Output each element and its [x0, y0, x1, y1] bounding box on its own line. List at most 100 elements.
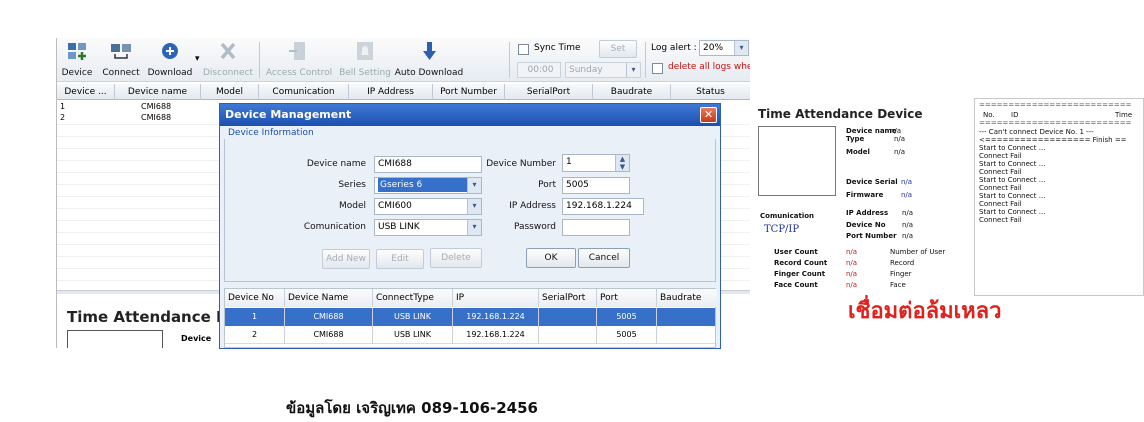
delete-button[interactable]: Delete	[430, 248, 482, 268]
spinner-icon[interactable]: ▲ ▼	[615, 155, 629, 171]
face-count-label: Face Count	[774, 281, 818, 289]
device-table: Device No Device Name ConnectType IP Ser…	[224, 288, 717, 348]
ip-address-label: IP Address	[509, 201, 556, 211]
log-alert-select[interactable]: 20% ▾	[699, 40, 749, 56]
log-box[interactable]: ========================== No. ID Time =…	[974, 98, 1144, 296]
comunication-value: USB LINK	[378, 222, 420, 232]
edit-button[interactable]: Edit	[376, 249, 424, 269]
column-header[interactable]: Port Number	[433, 84, 505, 100]
day-select[interactable]: Sunday ▾	[565, 62, 641, 78]
close-icon[interactable]: ✕	[700, 107, 717, 123]
day-value: Sunday	[569, 65, 603, 75]
table-cell	[539, 326, 597, 344]
device-name-input[interactable]: CMI688	[374, 156, 482, 173]
record-count-label: Record Count	[774, 259, 828, 267]
ip-address-value: n/a	[902, 209, 914, 217]
bell-icon	[357, 42, 373, 60]
series-value: Gseries 6	[378, 178, 467, 192]
sync-time-checkbox[interactable]	[518, 44, 529, 55]
table-cell	[657, 326, 715, 344]
log-line: Start to Connect ...	[979, 176, 1046, 184]
table-cell: 192.168.1.224	[453, 326, 539, 344]
device-icon	[68, 43, 86, 60]
grid-cell-no[interactable]: 1	[60, 102, 65, 111]
footer-credit: ข้อมูลโดย เจริญเทค 089-106-2456	[286, 399, 538, 417]
grid-cell-name[interactable]: CMI688	[141, 102, 171, 111]
table-cell: USB LINK	[373, 326, 453, 344]
cancel-button[interactable]: Cancel	[578, 248, 630, 268]
log-line: Connect Fail	[979, 216, 1022, 224]
column-header[interactable]: Device Name	[285, 289, 373, 307]
column-header[interactable]: Device ...	[57, 84, 115, 100]
ip-address-input[interactable]: 192.168.1.224	[562, 198, 644, 215]
bell-setting-button[interactable]: Bell Setting	[337, 38, 393, 82]
finger-count-label: Finger Count	[774, 270, 826, 278]
set-button[interactable]: Set	[599, 40, 637, 58]
device-grid-header: Device ... Device name Model Comunicatio…	[57, 84, 750, 100]
ok-button[interactable]: OK	[526, 248, 576, 268]
model-value: CMI600	[378, 201, 412, 211]
column-header[interactable]: IP	[453, 289, 539, 307]
finger-count-value: n/a	[846, 270, 858, 278]
grid-cell-name[interactable]: CMI688	[141, 113, 171, 122]
sync-time-label: Sync Time	[534, 43, 581, 53]
delete-logs-checkbox[interactable]	[652, 63, 663, 74]
device-number-stepper[interactable]: 1 ▲ ▼	[562, 154, 630, 172]
grid-cell-no[interactable]: 2	[60, 113, 65, 122]
column-header[interactable]: Port	[597, 289, 657, 307]
table-cell: 1	[225, 308, 285, 326]
table-cell: 192.168.1.224	[453, 308, 539, 326]
comunication-label: Comunication	[303, 222, 366, 232]
column-header[interactable]: Status	[671, 84, 750, 100]
table-cell	[539, 308, 597, 326]
log-header-id: ID	[1011, 111, 1019, 119]
access-control-button[interactable]: Access Control	[263, 38, 335, 82]
column-header[interactable]: Model	[201, 84, 259, 100]
auto-download-button[interactable]: Auto Download	[393, 38, 465, 82]
log-header-no: No.	[983, 111, 995, 119]
password-input[interactable]	[562, 219, 630, 236]
device-button[interactable]: Device	[57, 38, 97, 82]
time-input[interactable]: 00:00	[517, 62, 561, 78]
connect-button[interactable]: Connect	[99, 38, 143, 82]
table-cell: 2	[225, 326, 285, 344]
port-label: Port	[538, 180, 556, 190]
column-header[interactable]: Baudrate	[657, 289, 717, 307]
log-line: Connect Fail	[979, 168, 1022, 176]
column-header[interactable]: Device name	[115, 84, 201, 100]
log-line: Start to Connect ...	[979, 208, 1046, 216]
column-header[interactable]: Device No	[225, 289, 285, 307]
connect-icon	[111, 44, 131, 59]
column-header[interactable]: Comunication	[259, 84, 349, 100]
column-header[interactable]: Baudrate	[593, 84, 671, 100]
toolbar-separator	[645, 42, 646, 78]
face-count-desc: Face	[890, 281, 906, 289]
record-count-desc: Record	[890, 259, 915, 267]
log-line: Connect Fail	[979, 184, 1022, 192]
column-header[interactable]: ConnectType	[373, 289, 453, 307]
model-label: Model	[338, 201, 366, 211]
download-dropdown-icon[interactable]: ▾	[195, 54, 200, 64]
column-header[interactable]: SerialPort	[505, 84, 593, 100]
disconnect-button[interactable]: Disconnect	[203, 38, 253, 82]
log-line: Connect Fail	[979, 152, 1022, 160]
device-serial-label: Device Serial	[846, 178, 898, 186]
model-select[interactable]: CMI600 ▾	[374, 198, 482, 215]
dialog-title: Device Management	[220, 104, 720, 126]
series-select[interactable]: Gseries 6 ▾	[374, 177, 482, 194]
log-line: Start to Connect ...	[979, 192, 1046, 200]
column-header[interactable]: SerialPort	[539, 289, 597, 307]
port-number-label: Port Number	[846, 232, 897, 240]
toolbar-separator	[509, 42, 510, 78]
device-serial-value: n/a	[901, 178, 913, 186]
port-input[interactable]: 5005	[562, 177, 630, 194]
column-header[interactable]: IP Address	[349, 84, 433, 100]
add-new-button[interactable]: Add New	[322, 249, 370, 269]
download-button[interactable]: Download	[145, 38, 195, 82]
type-label: Type	[846, 135, 865, 143]
comunication-select[interactable]: USB LINK ▾	[374, 219, 482, 236]
chevron-down-icon: ▾	[734, 41, 748, 55]
device-photo-box	[67, 330, 163, 348]
table-cell: 5005	[597, 326, 657, 344]
model-label: Model	[846, 148, 870, 156]
